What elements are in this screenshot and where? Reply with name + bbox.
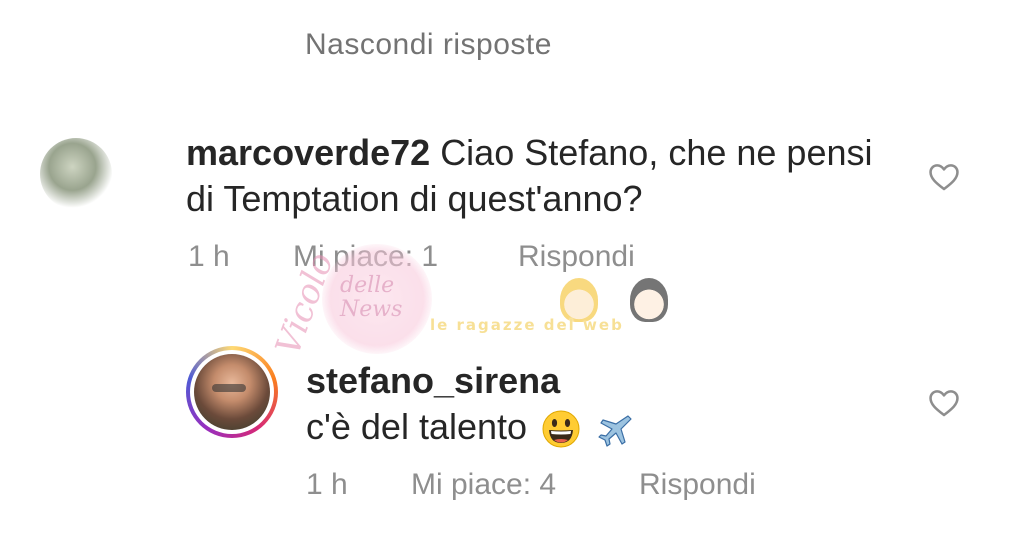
- reply-button[interactable]: Rispondi: [639, 468, 756, 502]
- watermark-text-line: delle: [340, 273, 395, 298]
- cartoon-girl-icon: [560, 278, 598, 322]
- comment-body: marcoverde72 Ciao Stefano, che ne pensi …: [186, 130, 886, 222]
- avatar-photo: [194, 354, 270, 430]
- heart-icon[interactable]: [927, 386, 961, 420]
- airplane-emoji: [598, 415, 632, 448]
- comments-screen: Nascondi risposte marcoverde72 Ciao Stef…: [0, 0, 1024, 551]
- comment-text-line: c'è del talento: [306, 404, 866, 450]
- watermark-text: delle News: [340, 274, 402, 322]
- comment-username[interactable]: marcoverde72: [186, 132, 430, 173]
- comment-meta: 1 h Mi piace: 1 Rispondi: [188, 240, 635, 274]
- avatar: [190, 350, 274, 434]
- grinning-face-emoji: [542, 410, 580, 448]
- watermark-text-line: News: [340, 297, 403, 322]
- reply-button[interactable]: Rispondi: [518, 240, 635, 274]
- comment-meta: 1 h Mi piace: 4 Rispondi: [306, 468, 756, 502]
- comment-text: c'è del talento: [306, 406, 528, 447]
- comment-likes-link[interactable]: Mi piace: 4: [411, 468, 639, 502]
- comment-time: 1 h: [188, 240, 230, 273]
- comment-body: stefano_sirena c'è del talento: [306, 358, 866, 450]
- heart-icon[interactable]: [927, 160, 961, 194]
- hide-replies-link[interactable]: Nascondi risposte: [305, 28, 552, 62]
- watermark-text: le ragazze del web: [430, 316, 624, 334]
- comment-username[interactable]: stefano_sirena: [306, 358, 866, 404]
- cartoon-girl-icon: [630, 278, 668, 322]
- avatar-story-ring[interactable]: [186, 346, 278, 438]
- comment-likes-link[interactable]: Mi piace: 1: [293, 240, 518, 274]
- comment-time: 1 h: [306, 468, 348, 501]
- avatar[interactable]: [40, 138, 112, 210]
